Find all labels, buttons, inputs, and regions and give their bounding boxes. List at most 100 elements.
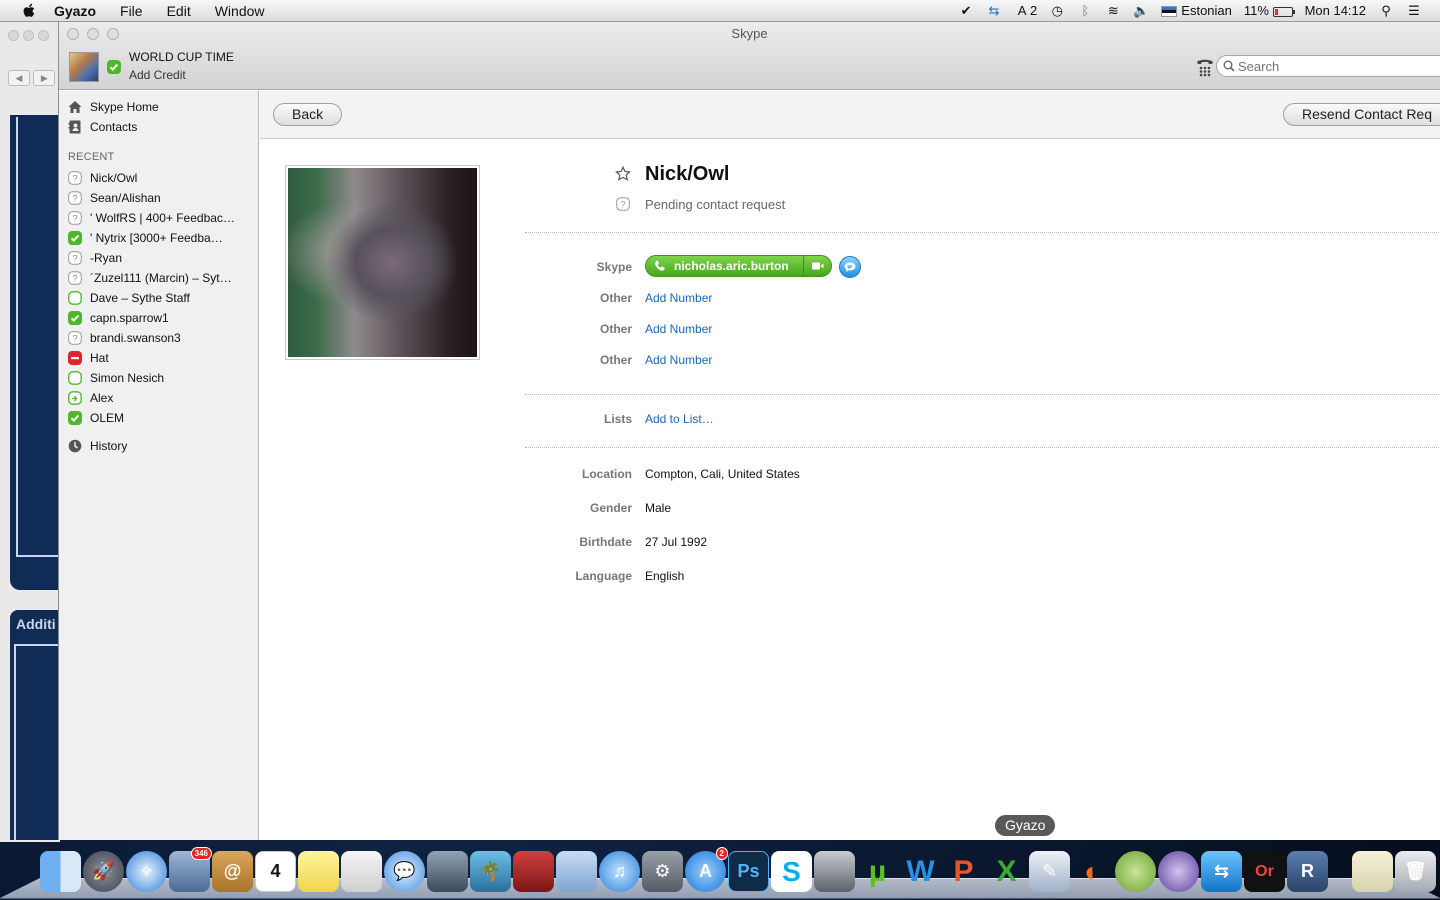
chat-bubble-icon[interactable]	[839, 256, 861, 278]
dock-icons: 🚀 ✧ 346 @ 4 💬 🌴 ♫ ⚙ A2 Ps S µ W P X ✎ ◐ …	[40, 847, 1436, 892]
documents-stack-icon[interactable]	[1352, 851, 1393, 892]
spotlight-icon[interactable]: ⚲	[1378, 3, 1394, 19]
recent-contact-item[interactable]: ? ´Zuzel111 (Marcin) – Syt…	[59, 268, 258, 288]
notification-center-icon[interactable]: ☰	[1406, 3, 1422, 19]
menu-edit[interactable]: Edit	[167, 3, 191, 19]
favorite-star-icon[interactable]	[615, 166, 631, 182]
excel-icon[interactable]: X	[986, 851, 1027, 892]
wifi-icon[interactable]: ≋	[1105, 3, 1121, 19]
add-credit-link[interactable]: Add Credit	[129, 68, 186, 82]
trash-icon[interactable]: 🗑	[1395, 851, 1436, 892]
time-machine-icon[interactable]: ◷	[1049, 3, 1065, 19]
recent-contact-item[interactable]: ? Sean/Alishan	[59, 188, 258, 208]
finder-icon[interactable]	[40, 851, 81, 892]
teamviewer-icon[interactable]: ⇆	[986, 3, 1002, 19]
recent-contact-item[interactable]: ? ' WolfRS | 400+ Feedback…	[59, 208, 258, 228]
menu-app-name[interactable]: Gyazo	[54, 3, 96, 19]
battery-status[interactable]: 11%	[1243, 3, 1295, 18]
keynote-icon[interactable]	[556, 851, 597, 892]
recent-contact-item[interactable]: Dave – Sythe Staff	[59, 288, 258, 308]
gender-value: Male	[645, 501, 672, 515]
language-label: Language	[575, 569, 632, 583]
app-store-icon[interactable]: A2	[685, 847, 728, 892]
eclipse-icon[interactable]	[1158, 851, 1199, 892]
recent-contact-item[interactable]: ? -Ryan	[59, 248, 258, 268]
safari-icon[interactable]: ✧	[126, 851, 167, 892]
reminders-icon[interactable]	[341, 851, 382, 892]
iphoto-icon[interactable]: 🌴	[470, 851, 511, 892]
avatar[interactable]	[69, 52, 99, 82]
contact-photo	[285, 165, 480, 360]
offline-status-icon	[68, 291, 82, 305]
back-button[interactable]: Back	[273, 103, 343, 126]
recent-contact-item[interactable]: capn.sparrow1	[59, 308, 258, 328]
recent-contact-item[interactable]: Hat	[59, 348, 258, 368]
teamviewer-app-icon[interactable]: ⇆	[1201, 851, 1242, 892]
recent-contact-name: ' WolfRS | 400+ Feedback…	[90, 211, 240, 225]
search-box[interactable]	[1216, 55, 1440, 77]
notes-icon[interactable]	[298, 851, 339, 892]
add-number-link-2[interactable]: Add Number	[645, 322, 712, 336]
runescape-icon[interactable]: R	[1287, 851, 1328, 892]
dialpad-icon[interactable]	[1194, 56, 1216, 78]
svg-text:?: ?	[72, 334, 77, 344]
recent-contact-item[interactable]: Alex	[59, 388, 258, 408]
checkmark-app-icon[interactable]: ✔	[958, 3, 974, 19]
volume-icon[interactable]: 🔈	[1133, 3, 1149, 19]
skype-name: nicholas.aric.burton	[674, 259, 789, 273]
gyazo-icon[interactable]: ✎	[1029, 851, 1070, 892]
mail-icon[interactable]: 346	[169, 847, 212, 892]
steam-icon[interactable]	[814, 851, 855, 892]
contacts-app-icon[interactable]: @	[212, 851, 253, 892]
recent-contact-item[interactable]: OLEM	[59, 408, 258, 428]
divider	[525, 394, 1440, 395]
powerpoint-icon[interactable]: P	[943, 851, 984, 892]
svg-text:?: ?	[72, 254, 77, 264]
messages-icon[interactable]: 💬	[384, 851, 425, 892]
skype-app-icon[interactable]: S	[771, 851, 812, 892]
offline-status-icon	[68, 371, 82, 385]
sidebar-item-history[interactable]: History	[59, 436, 258, 456]
input-source[interactable]: Estonian	[1161, 3, 1232, 18]
facetime-icon[interactable]	[427, 851, 468, 892]
lime-app-icon[interactable]	[1115, 851, 1156, 892]
recent-contact-item[interactable]: ? Nick/Owl	[59, 168, 258, 188]
menu-window[interactable]: Window	[215, 3, 265, 19]
system-preferences-icon[interactable]: ⚙	[642, 851, 683, 892]
skype-call-button[interactable]: nicholas.aric.burton	[645, 255, 832, 277]
search-input[interactable]	[1238, 58, 1428, 74]
photo-booth-icon[interactable]	[513, 851, 554, 892]
profile-toolbar: Back Resend Contact Req	[260, 91, 1440, 139]
background-window-controls	[8, 30, 53, 44]
recent-contact-item[interactable]: ' Nytrix [3000+ Feedba…	[59, 228, 258, 248]
launchpad-icon[interactable]: 🚀	[83, 851, 124, 892]
orange-app-icon[interactable]: Or	[1244, 851, 1285, 892]
sidebar: Skype Home Contacts RECENT ? Nick/Owl? Sea…	[59, 91, 259, 840]
profile-name[interactable]: WORLD CUP TIME	[129, 50, 234, 64]
origin-icon[interactable]: ◐	[1072, 851, 1113, 892]
other-label-1: Other	[599, 291, 632, 305]
itunes-icon[interactable]: ♫	[599, 851, 640, 892]
other-label-3: Other	[599, 353, 632, 367]
utorrent-icon[interactable]: µ	[857, 851, 898, 892]
word-icon[interactable]: W	[900, 851, 941, 892]
calendar-icon[interactable]: 4	[255, 851, 296, 892]
online-status-icon[interactable]	[107, 60, 121, 74]
recent-contact-item[interactable]: ? brandi.swanson3	[59, 328, 258, 348]
add-number-link-1[interactable]: Add Number	[645, 291, 712, 305]
clock[interactable]: Mon 14:12	[1305, 3, 1366, 18]
recent-contact-item[interactable]: Simon Nesich	[59, 368, 258, 388]
menu-file[interactable]: File	[120, 3, 143, 19]
add-number-link-3[interactable]: Add Number	[645, 353, 712, 367]
adobe-status[interactable]: A2	[1014, 3, 1038, 19]
add-to-list-link[interactable]: Add to List…	[645, 412, 714, 426]
sidebar-item-contacts[interactable]: Contacts	[59, 117, 258, 137]
bluetooth-icon[interactable]: ᛒ	[1077, 3, 1093, 19]
video-call-icon[interactable]	[803, 256, 831, 276]
photoshop-icon[interactable]: Ps	[728, 851, 769, 892]
battery-percent: 11%	[1243, 3, 1269, 18]
resend-contact-request-button[interactable]: Resend Contact Req	[1283, 103, 1440, 126]
sidebar-item-label: Skype Home	[90, 100, 159, 114]
sidebar-item-skype-home[interactable]: Skype Home	[59, 97, 258, 117]
apple-icon[interactable]	[20, 2, 38, 20]
